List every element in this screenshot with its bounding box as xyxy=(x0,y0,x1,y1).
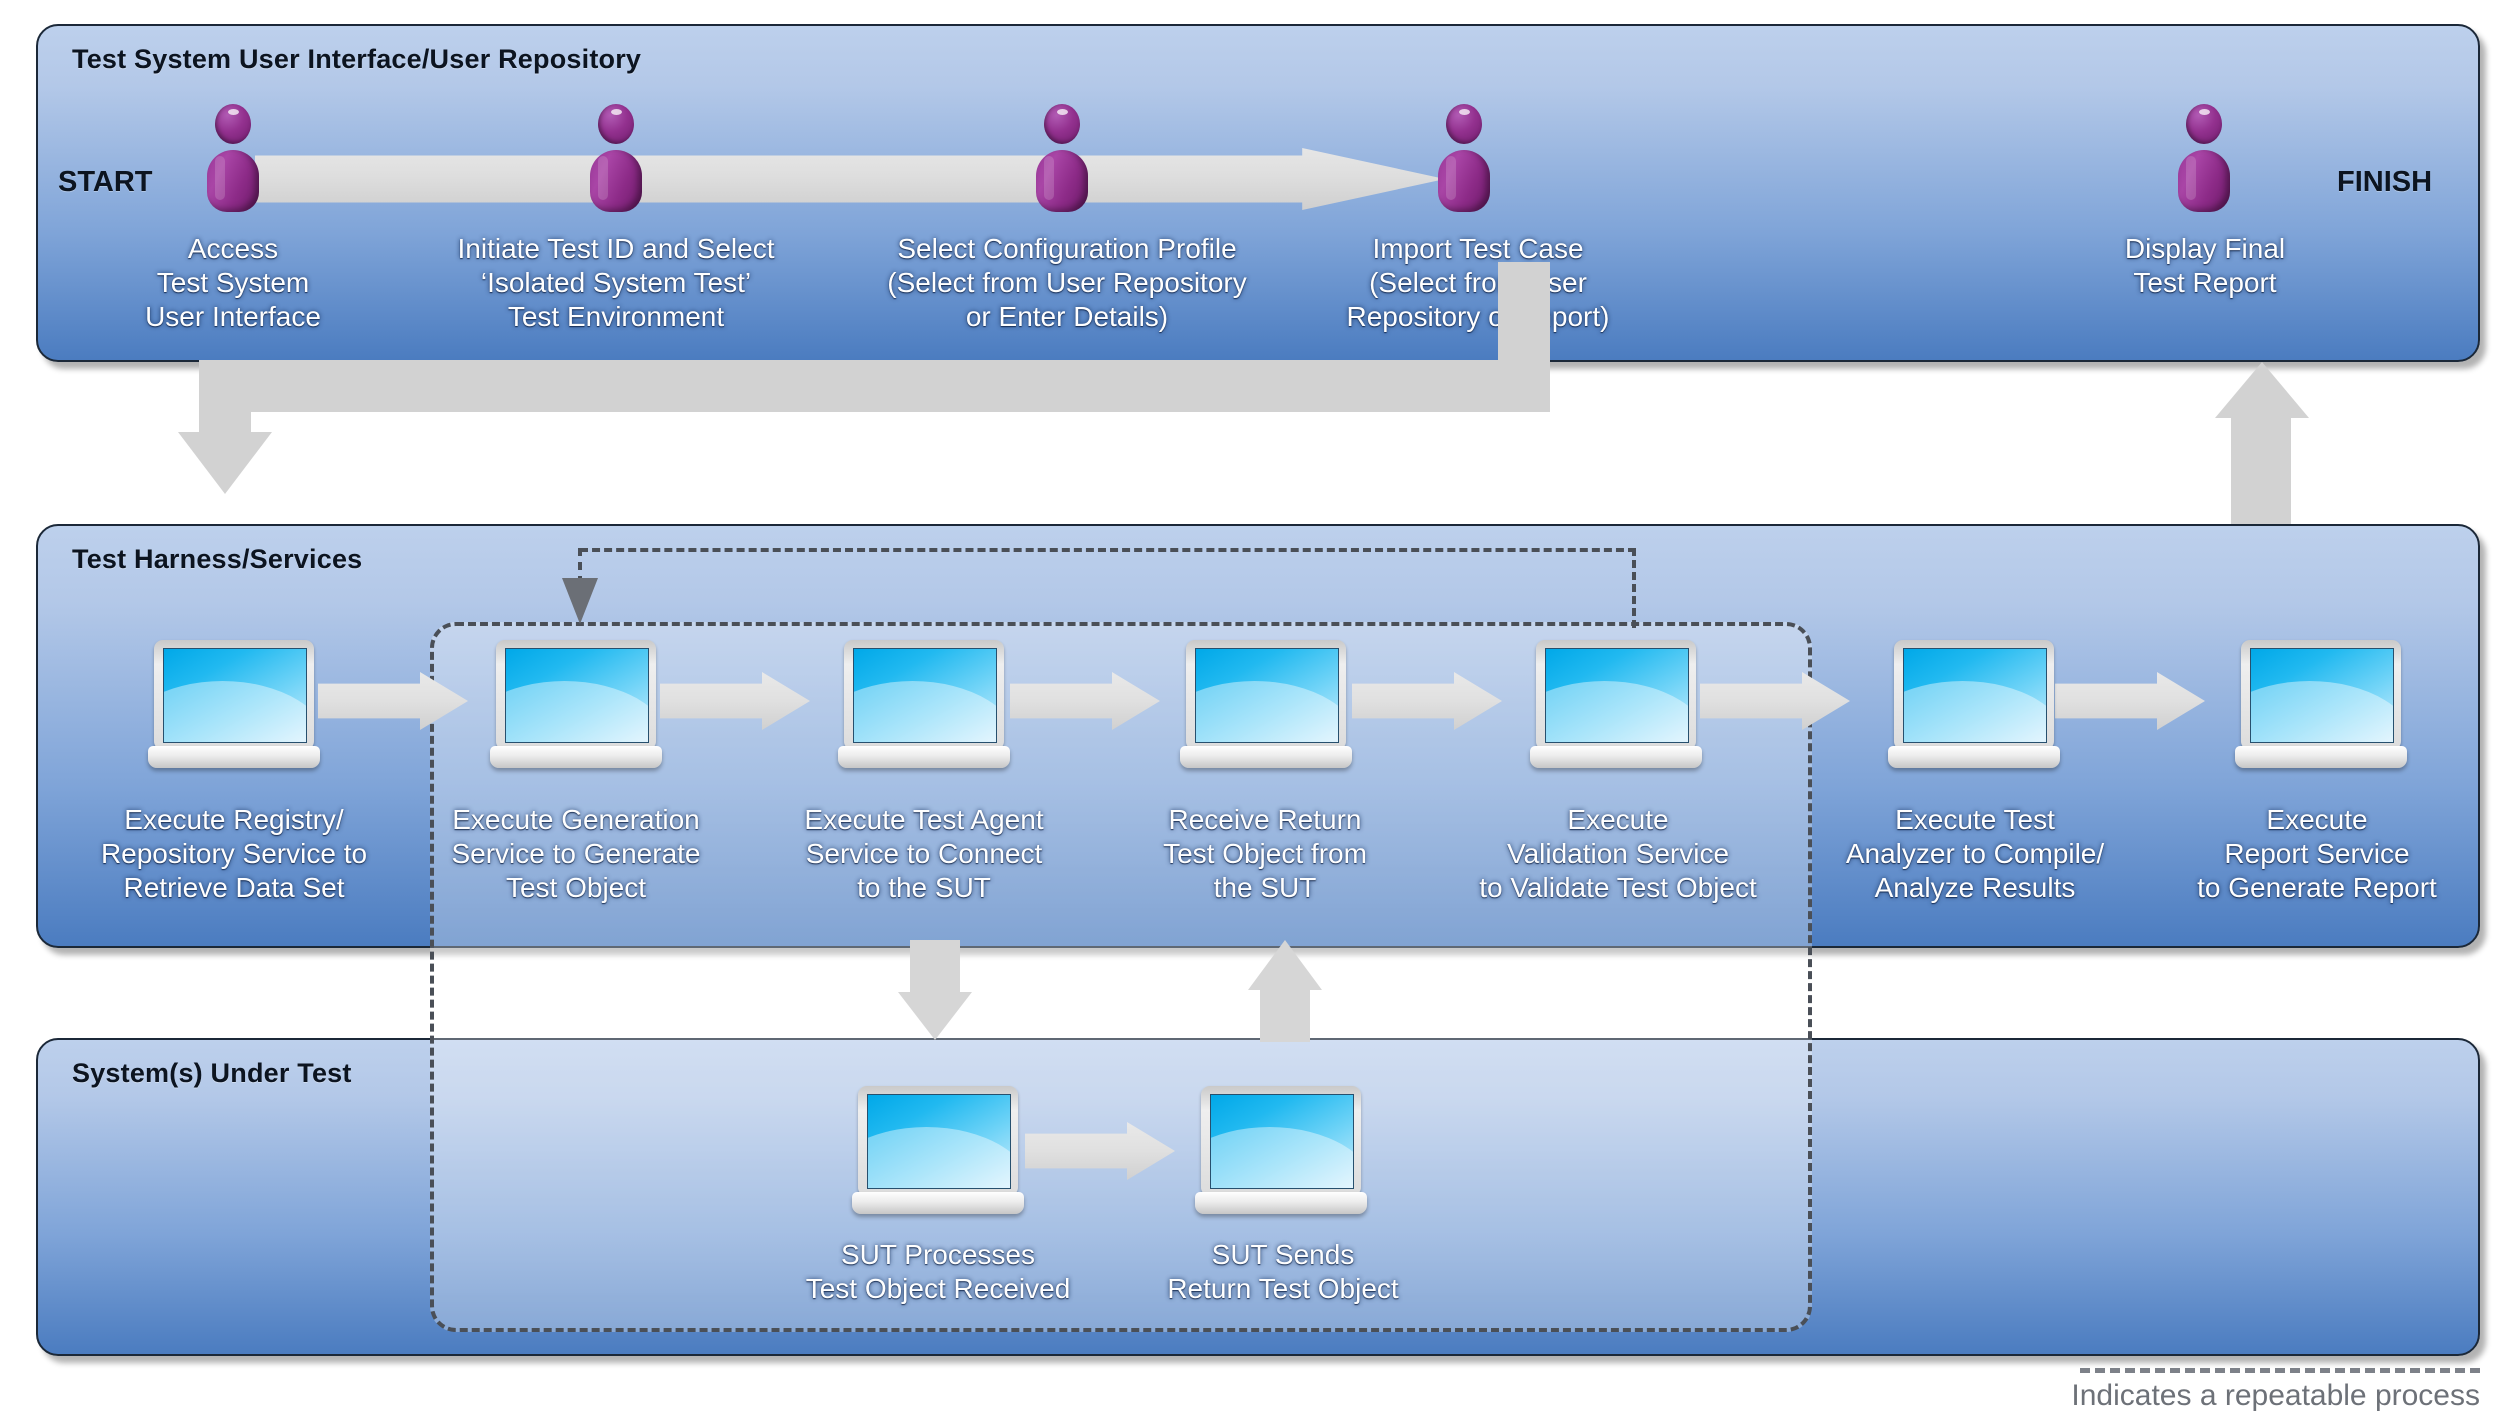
ui-step-caption-5: Display Final Test Report xyxy=(2124,233,2286,298)
laptop-screen xyxy=(867,1094,1011,1189)
laptop-base xyxy=(838,746,1010,768)
finish-label: FINISH xyxy=(2337,166,2433,198)
connector-harness-to-sut-arrow-icon xyxy=(898,940,972,1040)
harness-step-caption-7: Execute Report Service to Generate Repor… xyxy=(2197,804,2437,903)
laptop-screen xyxy=(1545,648,1689,743)
connector-arrowhead xyxy=(1248,940,1322,990)
laptop-lid xyxy=(1201,1086,1361,1196)
sut-step-caption-1: SUT Processes Test Object Received xyxy=(805,1239,1071,1304)
lane-title-harness: Test Harness/Services xyxy=(72,544,363,574)
service-laptop-icon-1 xyxy=(148,640,320,772)
legend-dashed-line-icon xyxy=(2080,1368,2480,1373)
laptop-base xyxy=(148,746,320,768)
person-head xyxy=(1044,104,1080,144)
service-laptop-icon-7 xyxy=(2235,640,2407,772)
laptop-screen xyxy=(1903,648,2047,743)
laptop-screen xyxy=(2250,648,2394,743)
legend-label: Indicates a repeatable process xyxy=(2071,1379,2480,1412)
harness-step-caption-5: Execute Validation Service to Validate T… xyxy=(1479,804,1757,903)
person-head xyxy=(2186,104,2222,144)
laptop-lid xyxy=(154,640,314,750)
legend: Indicates a repeatable process xyxy=(2035,1368,2480,1413)
laptop-lid xyxy=(844,640,1004,750)
ui-pipeline-arrow-icon xyxy=(255,148,1445,210)
harness-step-caption-1: Execute Registry/ Repository Service to … xyxy=(100,804,368,903)
laptop-screen xyxy=(163,648,307,743)
laptop-lid xyxy=(2241,640,2401,750)
service-laptop-icon-4 xyxy=(1180,640,1352,772)
laptop-lid xyxy=(1186,640,1346,750)
service-laptop-icon-2 xyxy=(490,640,662,772)
sut-laptop-icon-1 xyxy=(852,1086,1024,1218)
sut-laptop-icon-2 xyxy=(1195,1086,1367,1218)
laptop-base xyxy=(490,746,662,768)
connector-segment xyxy=(199,360,1550,412)
repeat-feedback-loop-arrow-icon xyxy=(562,548,1636,632)
laptop-screen xyxy=(1210,1094,1354,1189)
laptop-base xyxy=(1530,746,1702,768)
laptop-base xyxy=(1180,746,1352,768)
start-label: START xyxy=(58,166,153,198)
connector-segment xyxy=(2231,410,2291,526)
actor-person-icon-5 xyxy=(2176,104,2232,212)
person-head xyxy=(1446,104,1482,144)
person-head xyxy=(598,104,634,144)
sut-step-caption-2: SUT Sends Return Test Object xyxy=(1167,1239,1399,1304)
loop-segment xyxy=(1632,548,1636,628)
laptop-screen xyxy=(505,648,649,743)
service-laptop-icon-5 xyxy=(1530,640,1702,772)
connector-ui-to-harness-arrow-icon xyxy=(170,262,1550,494)
service-laptop-icon-3 xyxy=(838,640,1010,772)
person-head xyxy=(215,104,251,144)
loop-segment xyxy=(580,548,1636,552)
harness-step-caption-3: Execute Test Agent Service to Connect to… xyxy=(804,804,1044,903)
harness-step-caption-6: Execute Test Analyzer to Compile/ Analyz… xyxy=(1845,804,2105,903)
lane-title-sut: System(s) Under Test xyxy=(72,1058,352,1088)
connector-segment xyxy=(1260,984,1310,1042)
connector-arrowhead xyxy=(178,432,272,494)
laptop-lid xyxy=(1894,640,2054,750)
connector-harness-to-ui-arrow-icon xyxy=(2215,362,2309,526)
lane-title-ui: Test System User Interface/User Reposito… xyxy=(72,44,642,74)
laptop-lid xyxy=(858,1086,1018,1196)
person-body xyxy=(1036,150,1088,212)
laptop-lid xyxy=(1536,640,1696,750)
harness-step-caption-4: Receive Return Test Object from the SUT xyxy=(1163,804,1367,903)
person-body xyxy=(590,150,642,212)
diagram-canvas: Test System User Interface/User Reposito… xyxy=(0,0,2500,1428)
connector-arrowhead xyxy=(898,992,972,1040)
laptop-base xyxy=(1195,1192,1367,1214)
harness-step-caption-2: Execute Generation Service to Generate T… xyxy=(451,804,701,903)
laptop-base xyxy=(852,1192,1024,1214)
actor-person-icon-2 xyxy=(588,104,644,212)
person-body xyxy=(207,150,259,212)
service-laptop-icon-6 xyxy=(1888,640,2060,772)
laptop-screen xyxy=(1195,648,1339,743)
person-body xyxy=(1438,150,1490,212)
actor-person-icon-4 xyxy=(1436,104,1492,212)
laptop-base xyxy=(2235,746,2407,768)
actor-person-icon-1 xyxy=(205,104,261,212)
actor-person-icon-3 xyxy=(1034,104,1090,212)
loop-arrowhead xyxy=(562,578,598,624)
laptop-screen xyxy=(853,648,997,743)
connector-segment xyxy=(910,940,960,998)
person-body xyxy=(2178,150,2230,212)
laptop-base xyxy=(1888,746,2060,768)
laptop-lid xyxy=(496,640,656,750)
connector-sut-to-harness-arrow-icon xyxy=(1248,940,1322,1042)
